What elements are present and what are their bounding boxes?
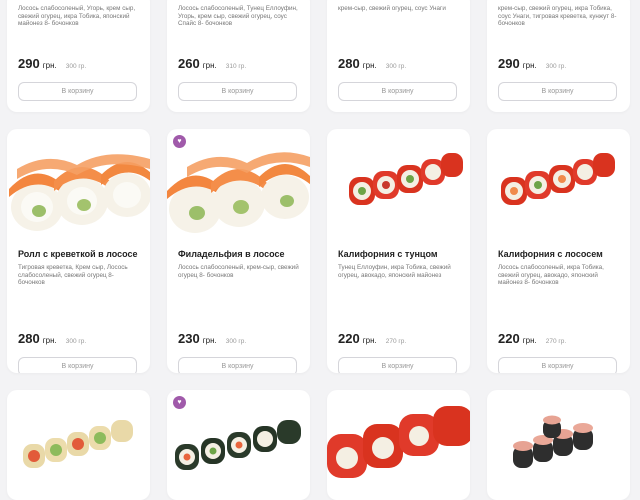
product-title[interactable]: Калифорния с тунцом [338,249,459,260]
product-price: 220 [338,331,360,346]
product-card[interactable]: Лосось слабосоленый, Тунец Еллоуфин, Уго… [167,0,310,112]
product-weight: 270 гр. [385,338,407,345]
nori-roll-image [175,420,301,470]
currency: грн. [202,336,217,345]
add-to-cart-button[interactable]: В корзину [18,357,137,373]
baked-roll-image [513,415,593,468]
product-title[interactable]: Филадельфия в лососе [178,249,299,260]
product-card[interactable]: крем-сыр, свежий огурец, соус Унаги 280 г… [327,0,470,112]
product-card[interactable]: Лосось слабосоленый, Угорь, крем сыр, св… [7,0,150,112]
product-card[interactable]: ♥ [167,390,310,500]
product-description: Лосось слабосоленый, Угорь, крем сыр, св… [18,5,136,28]
add-to-cart-button[interactable]: В корзину [18,82,137,101]
product-description: Тунец Еллоуфин, икра Тобика, свежий огур… [338,264,451,279]
product-card[interactable]: Калифорния с лососем Лосось слабосоленый… [487,129,630,373]
product-card[interactable]: Ролл с креветкой в лососе Тигровая креве… [7,129,150,373]
product-price: 280 [338,56,360,71]
product-title[interactable]: Калифорния с лососем [498,249,619,260]
product-weight: 270 гр. [545,338,567,345]
product-image[interactable] [167,390,310,496]
product-weight: 310 гр. [225,63,247,70]
currency: грн. [522,61,537,70]
product-image[interactable] [167,129,310,235]
tobiko-big-roll-image [327,406,470,478]
currency: грн. [202,61,217,70]
product-image[interactable] [327,390,470,496]
currency: грн. [362,61,377,70]
product-image[interactable] [7,129,150,235]
add-to-cart-button[interactable]: В корзину [498,82,617,101]
product-price: 290 [498,56,520,71]
product-description: Лосось слабосоленый, икра Тобика, свежий… [498,264,604,287]
add-to-cart-button[interactable]: В корзину [338,82,457,101]
product-description: Тигровая креветка, Крем сыр, Лосось слаб… [18,264,128,287]
product-title[interactable]: Ролл с креветкой в лососе [18,249,139,260]
product-weight: 300 гр. [225,338,247,345]
product-weight: 300 гр. [545,63,567,70]
sesame-roll-image [23,420,133,468]
philadelphia-roll-image [167,152,310,233]
product-card[interactable] [327,390,470,500]
product-image[interactable] [487,129,630,235]
favorite-heart-icon[interactable]: ♥ [173,396,186,409]
product-description: крем-сыр, свежий огурец, соус Унаги [338,5,446,12]
product-price: 260 [178,56,200,71]
currency: грн. [42,336,57,345]
product-weight: 300 гр. [65,63,87,70]
product-grid: Лосось слабосоленый, Угорь, крем сыр, св… [7,0,630,500]
add-to-cart-button[interactable]: В корзину [338,357,457,373]
product-weight: 300 гр. [65,338,87,345]
product-price: 280 [18,331,40,346]
product-price: 220 [498,331,520,346]
product-weight: 300 гр. [385,63,407,70]
add-to-cart-button[interactable]: В корзину [178,82,297,101]
currency: грн. [522,336,537,345]
product-image[interactable] [327,129,470,235]
product-image[interactable] [487,390,630,496]
product-price: 290 [18,56,40,71]
product-description: крем-сыр, свежий огурец, икра Тобика, со… [498,5,617,28]
product-card[interactable]: крем-сыр, свежий огурец, икра Тобика, со… [487,0,630,112]
california-tuna-image [349,153,463,205]
product-price: 230 [178,331,200,346]
add-to-cart-button[interactable]: В корзину [498,357,617,373]
product-description: Лосось слабосоленый, Тунец Еллоуфин, Уго… [178,5,298,28]
product-card[interactable]: Калифорния с тунцом Тунец Еллоуфин, икра… [327,129,470,373]
product-card[interactable] [487,390,630,500]
add-to-cart-button[interactable]: В корзину [178,357,297,373]
currency: грн. [362,336,377,345]
product-image[interactable] [7,390,150,496]
california-salmon-image [501,153,615,205]
salmon-roll-image [9,154,150,231]
product-card[interactable] [7,390,150,500]
product-description: Лосось слабосоленый, крем-сыр, свежий ог… [178,264,299,279]
favorite-heart-icon[interactable]: ♥ [173,135,186,148]
currency: грн. [42,61,57,70]
product-card[interactable]: ♥ Филадельфия в лососе Лосось слабосолен… [167,129,310,373]
